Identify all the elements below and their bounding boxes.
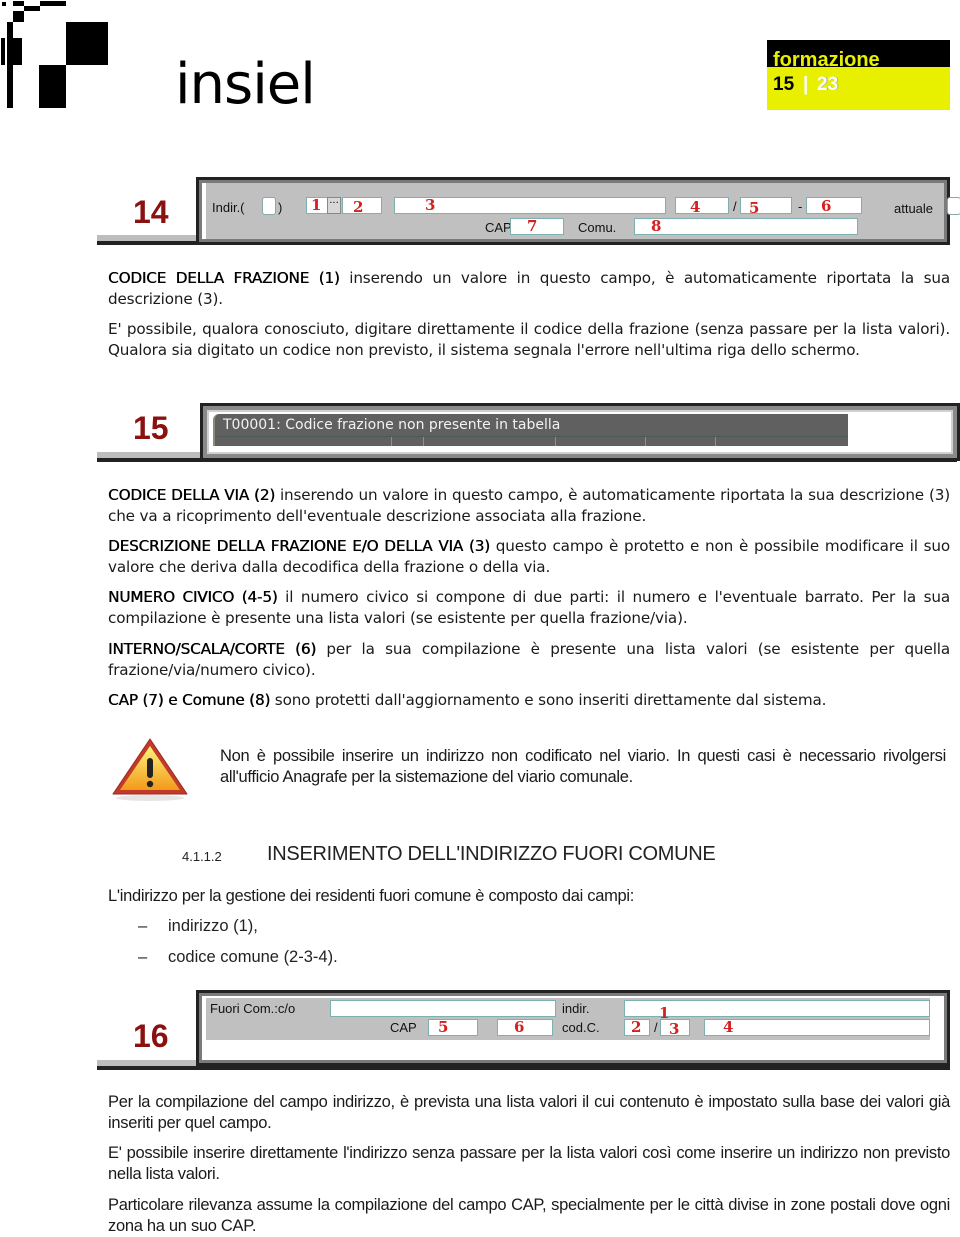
error-message: T00001: Codice frazione non presente in … [223,417,561,433]
figure-number: 14 [133,194,169,230]
fuori-com-label: Fuori Com.:c/o [210,1001,296,1016]
close-paren-label: ) [278,200,283,215]
paragraph-numero-civico: NUMERO CIVICO (4-5) il numero civico si … [108,588,950,627]
section-intro: L'indirizzo per la gestione dei resident… [108,887,635,905]
term: INTERNO/SCALA/CORTE (6) [108,640,317,658]
paragraph-codice-via: CODICE DELLA VIA (2) inserendo un valore… [108,486,951,525]
civic-suffix-field[interactable]: 5 [740,197,792,216]
figure-number: 16 [133,1018,169,1054]
comune-label: Comu. [578,220,617,235]
paragraph-descrizione: DESCRIZIONE DELLA FRAZIONE E/O DELLA VIA… [108,537,950,576]
paragraph-codice-frazione: CODICE DELLA FRAZIONE (1) inserendo un v… [108,269,950,308]
care-of-field[interactable] [330,1000,556,1017]
attuale-label: attuale [894,201,934,216]
province-code-field[interactable]: 3 [660,1019,690,1037]
frazione-code-field[interactable]: 1 [306,197,328,214]
paragraph-cap-comune: CAP (7) e Comune (8) sono protetti dall'… [108,691,827,709]
form-panel: Fuori Com.:c/o CAP 5 6 indir. 1 cod.C. 2… [206,998,930,1040]
indir-label: indir. [562,1001,590,1016]
cap-label: CAP [485,220,512,235]
brand-name: insiel [175,52,316,117]
description-field[interactable]: 3 [394,197,666,214]
section-number: 4.1.1.2 [182,849,222,864]
warning-text: Non è possibile inserire un indirizzo no… [220,747,946,786]
codc-label: cod.C. [562,1020,600,1035]
term: CODICE DELLA VIA (2) [108,486,275,504]
paragraph-cap: Particolare rilevanza assume la compilaz… [108,1196,950,1235]
interno-field[interactable]: 6 [806,197,862,214]
badge-label: formazione [773,49,880,67]
paragraph-interno: INTERNO/SCALA/CORTE (6) per la sua compi… [108,640,951,679]
lookup-button[interactable]: ··· [327,197,341,214]
figure-number: 15 [133,410,169,446]
section-title: INSERIMENTO DELL'INDIRIZZO FUORI COMUNE [267,843,716,865]
zone-field[interactable]: 6 [497,1019,553,1036]
slash-label: / [733,199,737,214]
list-item: – indirizzo (1), [138,917,258,935]
paragraph-inserimento-diretto: E' possibile inserire direttamente l'ind… [108,1144,950,1183]
cap-label: CAP [390,1020,417,1035]
error-status-bar: T00001: Codice frazione non presente in … [213,414,848,446]
comune-field[interactable]: 8 [634,218,858,235]
address-form-screenshot: Indir.( ) 1 ··· 2 3 4 / 5 - 6 attuale CA… [196,177,960,245]
cap-field[interactable]: 5 [428,1019,478,1036]
page-separator: | [803,74,809,95]
page-badge: formazione 15 | 23 [767,40,950,110]
term: CAP (7) e Comune (8) [108,691,271,709]
indir-label: Indir.( [212,200,245,215]
via-code-field[interactable]: 2 [342,197,382,215]
indir-type-field[interactable] [262,197,276,215]
error-bar-screenshot: T00001: Codice frazione non presente in … [200,403,960,461]
insiel-logo-mark [0,0,110,108]
figure-shadow [97,452,201,458]
term: NUMERO CIVICO (4-5) [108,588,278,606]
slash-label: / [654,1020,658,1035]
civic-number-field[interactable]: 4 [675,197,729,215]
warning-icon [110,736,190,802]
country-code-field[interactable]: 2 [624,1019,650,1036]
figure-shadow [97,1060,197,1066]
cap-field[interactable]: 7 [510,218,564,235]
paragraph-lista-valori: Per la compilazione del campo indirizzo,… [108,1093,950,1132]
term: DESCRIZIONE DELLA FRAZIONE E/O DELLA VIA… [108,537,490,555]
figure-divider [97,1066,950,1070]
paragraph-direct-entry: E' possibile, qualora conosciuto, digita… [108,320,950,359]
address-field[interactable]: 1 [624,1000,930,1021]
foreign-address-form-screenshot: Fuori Com.:c/o CAP 5 6 indir. 1 cod.C. 2… [196,990,950,1066]
comune-description-field[interactable]: 4 [704,1019,930,1036]
term-codice-frazione: CODICE DELLA FRAZIONE (1) [108,269,340,287]
page-current: 15 [773,74,795,95]
list-item: – codice comune (2-3-4). [138,948,338,966]
page-total: 23 [817,74,839,95]
figure-shadow [97,235,197,241]
dash-label: - [798,199,803,214]
attuale-checkbox[interactable] [947,197,960,215]
